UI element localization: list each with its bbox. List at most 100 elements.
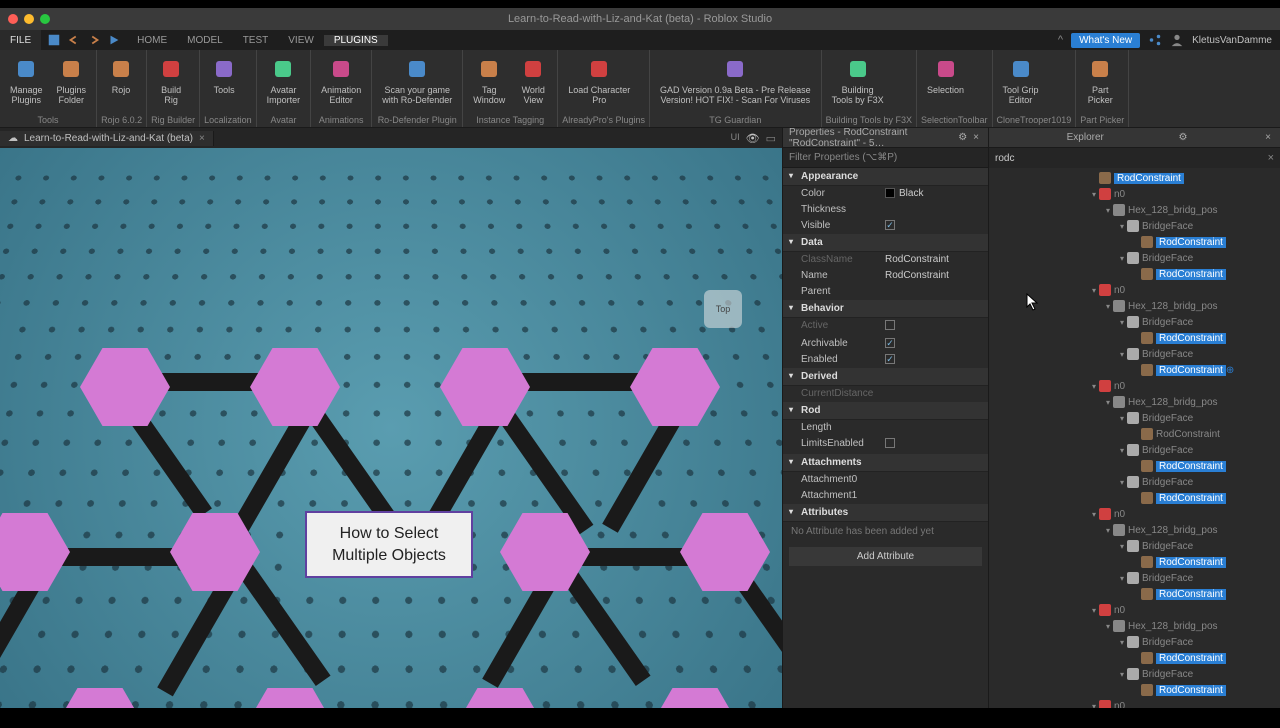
prop-value[interactable] bbox=[885, 422, 980, 433]
tree-item-bridgeface[interactable]: ▾BridgeFace bbox=[989, 570, 1280, 586]
prop-length[interactable]: Length bbox=[783, 420, 988, 436]
tree-item-rodconstraint[interactable]: RodConstraint bbox=[989, 266, 1280, 282]
tree-item-bridgeface[interactable]: ▾BridgeFace bbox=[989, 538, 1280, 554]
window-controls[interactable] bbox=[8, 14, 50, 24]
tree-arrow-icon[interactable]: ▾ bbox=[1103, 206, 1113, 215]
save-icon[interactable] bbox=[47, 33, 61, 47]
file-menu[interactable]: FILE bbox=[0, 30, 41, 50]
tree-arrow-icon[interactable]: ▾ bbox=[1089, 382, 1099, 391]
tree-item-n0[interactable]: ▾n0 bbox=[989, 506, 1280, 522]
tree-item-rodconstraint[interactable]: RodConstraint ⊕ bbox=[989, 362, 1280, 378]
hex-object[interactable] bbox=[245, 688, 335, 708]
tree-arrow-icon[interactable]: ▾ bbox=[1117, 638, 1127, 647]
collapse-ribbon-icon[interactable]: ^ bbox=[1058, 34, 1063, 46]
tree-arrow-icon[interactable]: ▾ bbox=[1089, 510, 1099, 519]
tree-arrow-icon[interactable]: ▾ bbox=[1117, 254, 1127, 263]
tree-arrow-icon[interactable]: ▾ bbox=[1117, 542, 1127, 551]
tree-arrow-icon[interactable]: ▾ bbox=[1089, 190, 1099, 199]
prop-enabled[interactable]: Enabled bbox=[783, 352, 988, 368]
ui-toggle-icon[interactable]: UI bbox=[731, 132, 740, 145]
prop-value[interactable] bbox=[885, 204, 980, 215]
prop-value[interactable]: Black bbox=[885, 188, 980, 199]
tree-arrow-icon[interactable]: ▾ bbox=[1103, 622, 1113, 631]
tree-item-bridgeface[interactable]: ▾BridgeFace bbox=[989, 666, 1280, 682]
menu-plugins[interactable]: PLUGINS bbox=[324, 35, 388, 46]
prop-section-appearance[interactable]: Appearance bbox=[783, 168, 988, 186]
tree-item-n0[interactable]: ▾n0 bbox=[989, 602, 1280, 618]
tree-arrow-icon[interactable]: ▾ bbox=[1117, 446, 1127, 455]
tree-item-hex-128-bridg-pos[interactable]: ▾Hex_128_bridg_pos bbox=[989, 618, 1280, 634]
prop-attachment0[interactable]: Attachment0 bbox=[783, 472, 988, 488]
tree-item-bridgeface[interactable]: ▾BridgeFace bbox=[989, 314, 1280, 330]
play-icon[interactable] bbox=[107, 33, 121, 47]
tree-item-bridgeface[interactable]: ▾BridgeFace bbox=[989, 250, 1280, 266]
tree-item-bridgeface[interactable]: ▾BridgeFace bbox=[989, 634, 1280, 650]
visibility-icon[interactable]: 👁 bbox=[746, 132, 760, 145]
ribbon-animation-editor[interactable]: AnimationEditor bbox=[315, 53, 367, 113]
ribbon-avatar-importer[interactable]: AvatarImporter bbox=[261, 53, 307, 113]
tree-arrow-icon[interactable]: ▾ bbox=[1117, 222, 1127, 231]
ribbon-manage-plugins[interactable]: ManagePlugins bbox=[4, 53, 49, 113]
tree-arrow-icon[interactable]: ▾ bbox=[1117, 350, 1127, 359]
tree-item-bridgeface[interactable]: ▾BridgeFace bbox=[989, 442, 1280, 458]
view-orientation[interactable]: Top bbox=[704, 290, 742, 328]
tree-item-bridgeface[interactable]: ▾BridgeFace bbox=[989, 474, 1280, 490]
prop-visible[interactable]: Visible bbox=[783, 218, 988, 234]
tree-arrow-icon[interactable]: ▾ bbox=[1103, 398, 1113, 407]
tree-item-rodconstraint[interactable]: RodConstraint bbox=[989, 586, 1280, 602]
tree-arrow-icon[interactable]: ▾ bbox=[1103, 302, 1113, 311]
hex-object[interactable] bbox=[455, 688, 545, 708]
hex-object[interactable] bbox=[55, 688, 145, 708]
menu-model[interactable]: MODEL bbox=[177, 35, 233, 46]
tree-item-hex-128-bridg-pos[interactable]: ▾Hex_128_bridg_pos bbox=[989, 202, 1280, 218]
prop-section-rod[interactable]: Rod bbox=[783, 402, 988, 420]
tree-arrow-icon[interactable]: ▾ bbox=[1117, 414, 1127, 423]
prop-limitsenabled[interactable]: LimitsEnabled bbox=[783, 436, 988, 454]
tree-item-n0[interactable]: ▾n0 bbox=[989, 282, 1280, 298]
clear-search-icon[interactable]: × bbox=[1268, 152, 1274, 164]
hex-object[interactable] bbox=[250, 348, 340, 426]
document-tab[interactable]: ☁ Learn-to-Read-with-Liz-and-Kat (beta) … bbox=[0, 131, 214, 146]
hex-object[interactable] bbox=[680, 513, 770, 591]
ribbon-tools[interactable]: Tools bbox=[204, 53, 244, 113]
prop-section-data[interactable]: Data bbox=[783, 234, 988, 252]
tree-arrow-icon[interactable]: ▾ bbox=[1089, 286, 1099, 295]
ribbon-build-rig[interactable]: BuildRig bbox=[151, 53, 191, 113]
undo-icon[interactable] bbox=[67, 33, 81, 47]
tree-arrow-icon[interactable]: ▾ bbox=[1089, 606, 1099, 615]
hex-object[interactable] bbox=[170, 513, 260, 591]
tree-item-rodconstraint[interactable]: RodConstraint bbox=[989, 330, 1280, 346]
share-icon[interactable] bbox=[1148, 33, 1162, 47]
hex-object[interactable] bbox=[440, 348, 530, 426]
prop-section-attributes[interactable]: Attributes bbox=[783, 504, 988, 522]
prop-color[interactable]: ColorBlack bbox=[783, 186, 988, 202]
prop-section-behavior[interactable]: Behavior bbox=[783, 300, 988, 318]
tree-item-bridgeface[interactable]: ▾BridgeFace bbox=[989, 346, 1280, 362]
tree-arrow-icon[interactable]: ▾ bbox=[1117, 318, 1127, 327]
tree-item-rodconstraint[interactable]: RodConstraint bbox=[989, 490, 1280, 506]
prop-value[interactable] bbox=[885, 354, 980, 365]
prop-value[interactable]: RodConstraint bbox=[885, 270, 980, 281]
prop-value[interactable] bbox=[885, 474, 980, 485]
viewport-3d[interactable]: Top How to Select Multiple Objects bbox=[0, 148, 782, 708]
tree-item-n0[interactable]: ▾n0 bbox=[989, 186, 1280, 202]
prop-value[interactable] bbox=[885, 438, 980, 451]
tree-item-rodconstraint[interactable]: RodConstraint bbox=[989, 682, 1280, 698]
tree-item-n0[interactable]: ▾n0 bbox=[989, 698, 1280, 708]
tree-arrow-icon[interactable]: ▾ bbox=[1117, 670, 1127, 679]
prop-value[interactable] bbox=[885, 220, 980, 231]
panel-menu-icon[interactable]: ⚙ bbox=[955, 132, 970, 143]
tree-item-hex-128-bridg-pos[interactable]: ▾Hex_128_bridg_pos bbox=[989, 394, 1280, 410]
tree-item-rodconstraint[interactable]: RodConstraint bbox=[989, 554, 1280, 570]
tree-item-bridgeface[interactable]: ▾BridgeFace bbox=[989, 218, 1280, 234]
explorer-search[interactable]: × bbox=[989, 148, 1280, 168]
ribbon-world-view[interactable]: WorldView bbox=[513, 53, 553, 113]
prop-archivable[interactable]: Archivable bbox=[783, 336, 988, 352]
menu-view[interactable]: VIEW bbox=[278, 35, 324, 46]
tree-arrow-icon[interactable]: ▾ bbox=[1117, 574, 1127, 583]
hex-object[interactable] bbox=[630, 348, 720, 426]
menu-test[interactable]: TEST bbox=[233, 35, 279, 46]
user-icon[interactable] bbox=[1170, 33, 1184, 47]
prop-value[interactable] bbox=[885, 338, 980, 349]
menu-home[interactable]: HOME bbox=[127, 35, 177, 46]
